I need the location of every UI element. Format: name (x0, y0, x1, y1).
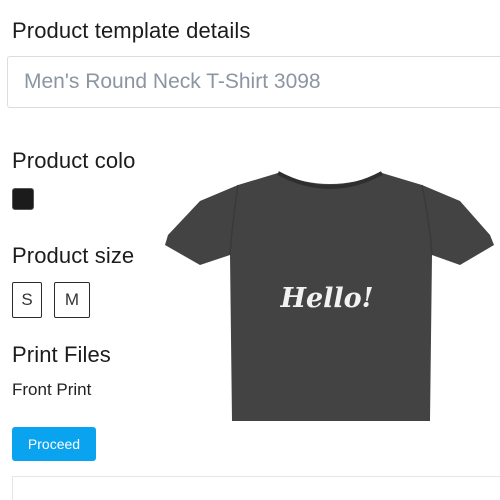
print-file-panel (12, 476, 500, 500)
front-print-label: Front Print (12, 380, 92, 399)
tshirt-mockup-image: Hello! (165, 171, 494, 421)
tshirt-print-text: Hello! (279, 283, 373, 314)
color-swatch-black[interactable] (12, 188, 34, 210)
proceed-button[interactable]: Proceed (12, 427, 96, 461)
product-color-heading: Product colo (12, 148, 136, 173)
product-size-heading: Product size (12, 243, 135, 268)
size-option-m[interactable]: M (54, 282, 90, 318)
print-files-heading: Print Files (12, 342, 111, 367)
size-option-s[interactable]: S (12, 282, 42, 318)
product-name-input[interactable] (7, 56, 500, 108)
product-template-heading: Product template details (12, 18, 251, 43)
